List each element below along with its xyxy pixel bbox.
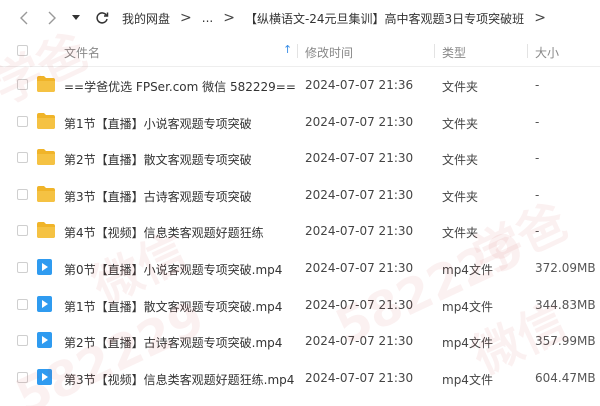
column-size[interactable]: 大小 <box>535 44 559 61</box>
row-checkbox[interactable] <box>17 152 28 164</box>
file-type: mp4文件 <box>442 372 493 387</box>
column-type[interactable]: 类型 <box>442 44 466 61</box>
file-type: mp4文件 <box>442 299 493 314</box>
breadcrumb-ellipsis[interactable]: ... <box>202 11 213 25</box>
file-modified-time: 2024-07-07 21:36 <box>305 78 414 92</box>
row-checkbox[interactable] <box>17 115 28 127</box>
file-size: - <box>535 114 540 129</box>
breadcrumb-root[interactable]: 我的网盘 <box>122 10 170 27</box>
file-modified-time: 2024-07-07 21:30 <box>305 114 414 129</box>
file-size: - <box>535 78 540 92</box>
sort-ascending-icon[interactable]: ↑ <box>283 43 292 56</box>
select-all-checkbox[interactable] <box>17 45 28 56</box>
folder-icon <box>37 76 55 92</box>
row-checkbox[interactable] <box>17 335 28 347</box>
file-size: - <box>535 151 540 166</box>
chevron-left-icon[interactable] <box>14 8 34 28</box>
file-manager-window: 我的网盘 > ... > 【纵横语文-24元旦集训】高中客观题3日专项突破班 >… <box>0 0 600 406</box>
breadcrumb-separator: > <box>223 10 235 26</box>
file-modified-time: 2024-07-07 21:30 <box>305 334 414 349</box>
file-modified-time: 2024-07-07 21:30 <box>305 260 414 275</box>
video-file-icon <box>37 368 52 385</box>
folder-icon <box>37 112 55 129</box>
file-list: ==学爸优选 FPSer.com 微信 582229== 2024-07-07 2… <box>0 66 600 395</box>
file-row[interactable]: 第2节【直播】散文客观题专项突破 2024-07-07 21:30 文件夹 - <box>0 139 600 176</box>
column-divider[interactable] <box>297 44 298 58</box>
row-checkbox[interactable] <box>17 225 28 237</box>
breadcrumb: 我的网盘 > ... > 【纵横语文-24元旦集训】高中客观题3日专项突破班 > <box>122 10 556 27</box>
file-type: 文件夹 <box>442 153 479 168</box>
file-modified-time: 2024-07-07 21:30 <box>305 297 414 312</box>
file-name[interactable]: 第4节【视频】信息类客观题好题狂练 <box>64 224 264 241</box>
file-name[interactable]: 第1节【直播】散文客观题专项突破.mp4 <box>64 298 282 315</box>
file-modified-time: 2024-07-07 21:30 <box>305 224 414 239</box>
folder-icon <box>37 185 55 202</box>
file-name[interactable]: 第2节【直播】古诗客观题专项突破.mp4 <box>64 334 282 351</box>
refresh-icon[interactable] <box>92 8 112 28</box>
column-divider[interactable] <box>527 44 528 58</box>
chevron-right-icon[interactable] <box>42 8 62 28</box>
breadcrumb-current-folder[interactable]: 【纵横语文-24元旦集训】高中客观题3日专项突破班 <box>245 10 524 27</box>
file-type: mp4文件 <box>442 262 493 277</box>
file-size: - <box>535 187 540 202</box>
file-size: - <box>535 224 540 239</box>
file-row[interactable]: 第1节【直播】小说客观题专项突破 2024-07-07 21:30 文件夹 - <box>0 103 600 140</box>
file-row[interactable]: 第2节【直播】古诗客观题专项突破.mp4 2024-07-07 21:30 mp4文… <box>0 322 600 359</box>
row-checkbox[interactable] <box>17 79 28 90</box>
file-row[interactable]: 第3节【视频】信息类客观题好题狂练.mp4 2024-07-07 21:30 mp4… <box>0 359 600 396</box>
file-type: 文件夹 <box>442 189 479 204</box>
file-name[interactable]: 第2节【直播】散文客观题专项突破 <box>64 151 252 168</box>
row-checkbox[interactable] <box>17 261 28 273</box>
file-row[interactable]: 第1节【直播】散文客观题专项突破.mp4 2024-07-07 21:30 mp4文… <box>0 286 600 323</box>
file-type: mp4文件 <box>442 336 493 351</box>
column-header: 文件名 ↑ 修改时间 类型 大小 <box>0 36 600 67</box>
column-modified[interactable]: 修改时间 <box>305 44 353 61</box>
caret-down-icon[interactable] <box>66 8 86 28</box>
video-file-icon <box>37 332 52 349</box>
folder-icon <box>37 149 55 166</box>
file-modified-time: 2024-07-07 21:30 <box>305 370 414 385</box>
video-file-icon <box>37 258 52 275</box>
file-modified-time: 2024-07-07 21:30 <box>305 151 414 166</box>
file-modified-time: 2024-07-07 21:30 <box>305 187 414 202</box>
row-checkbox[interactable] <box>17 371 28 383</box>
file-type: 文件夹 <box>442 80 479 94</box>
file-size: 357.99MB <box>535 334 596 349</box>
file-size: 604.47MB <box>535 370 596 385</box>
file-row[interactable]: ==学爸优选 FPSer.com 微信 582229== 2024-07-07 2… <box>0 66 600 103</box>
column-divider[interactable] <box>434 44 435 58</box>
file-size: 372.09MB <box>535 260 596 275</box>
column-name[interactable]: 文件名 <box>64 44 100 61</box>
file-name[interactable]: 第3节【视频】信息类客观题好题狂练.mp4 <box>64 371 294 388</box>
file-size: 344.83MB <box>535 297 596 312</box>
file-name[interactable]: 第3节【直播】古诗客观题专项突破 <box>64 188 252 205</box>
file-row[interactable]: 第4节【视频】信息类客观题好题狂练 2024-07-07 21:30 文件夹 - <box>0 212 600 249</box>
file-type: 文件夹 <box>442 116 479 131</box>
file-row[interactable]: 第0节【直播】小说客观题专项突破.mp4 2024-07-07 21:30 mp4文… <box>0 249 600 286</box>
row-checkbox[interactable] <box>17 298 28 310</box>
file-row[interactable]: 第3节【直播】古诗客观题专项突破 2024-07-07 21:30 文件夹 - <box>0 176 600 213</box>
folder-icon <box>37 222 55 239</box>
breadcrumb-separator: > <box>180 10 192 26</box>
file-name[interactable]: ==学爸优选 FPSer.com 微信 582229== <box>64 78 296 95</box>
file-name[interactable]: 第1节【直播】小说客观题专项突破 <box>64 115 252 132</box>
navigation-bar: 我的网盘 > ... > 【纵横语文-24元旦集训】高中客观题3日专项突破班 > <box>0 0 600 36</box>
row-checkbox[interactable] <box>17 188 28 200</box>
file-type: 文件夹 <box>442 226 479 241</box>
video-file-icon <box>37 295 52 312</box>
file-name[interactable]: 第0节【直播】小说客观题专项突破.mp4 <box>64 261 282 278</box>
breadcrumb-separator: > <box>534 10 546 26</box>
